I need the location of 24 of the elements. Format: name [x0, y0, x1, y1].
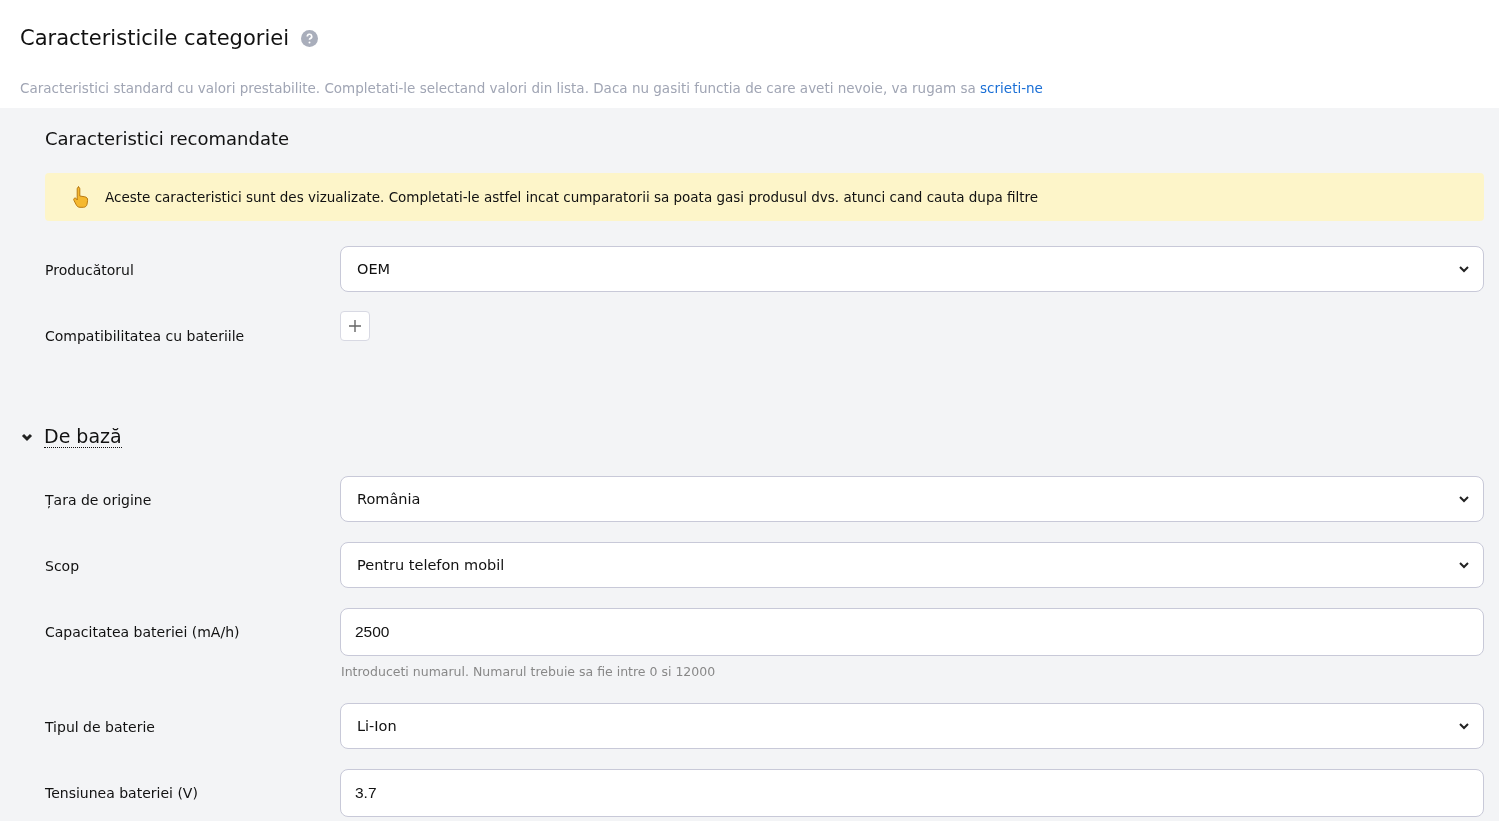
plus-icon — [348, 319, 362, 333]
dropdown[interactable]: Pentru telefon mobil — [340, 542, 1484, 588]
dropdown[interactable]: Li-Ion — [340, 703, 1484, 749]
description: Caracteristici standard cu valori prestabilite. Completati-le selectand valori din lista. Daca nu gasiti functia de care aveti nevoie, va rugam sa scrieti-ne — [20, 80, 1044, 96]
field-label: Tipul de baterie — [45, 718, 156, 735]
dropdown[interactable]: OEM — [340, 246, 1484, 292]
section-toggle[interactable]: De bază — [44, 425, 122, 448]
notice-banner: Aceste caracteristici sunt des vizualizate. Completati-le astfel incat cumparatorii sa poata gasi produsul dvs. atunci cand cauta dupa filtre — [45, 173, 1484, 221]
field-hint: Introduceti numarul. Numarul trebuie sa fie intre 0 si 12000 — [341, 664, 717, 679]
input-field[interactable]: 2500 — [340, 608, 1484, 656]
pointing-hand-icon — [71, 185, 91, 209]
field-label: Producătorul — [45, 261, 135, 278]
field-label: Scop — [45, 557, 81, 574]
field-label: Capacitatea bateriei (mA/h) — [45, 623, 241, 640]
input-field[interactable]: 3.7 — [340, 769, 1484, 817]
page-title: Caracteristicile categoriei — [20, 26, 289, 50]
dropdown[interactable]: România — [340, 476, 1484, 522]
add-button[interactable] — [340, 311, 370, 341]
help-icon[interactable] — [301, 29, 318, 47]
field-label: Țara de origine — [45, 491, 153, 508]
field-label: Compatibilitatea cu bateriile — [45, 327, 246, 344]
section-title: Caracteristici recomandate — [45, 128, 291, 149]
field-label: Tensiunea bateriei (V) — [45, 784, 199, 801]
contact-link[interactable]: scrieti-ne — [980, 80, 1043, 96]
